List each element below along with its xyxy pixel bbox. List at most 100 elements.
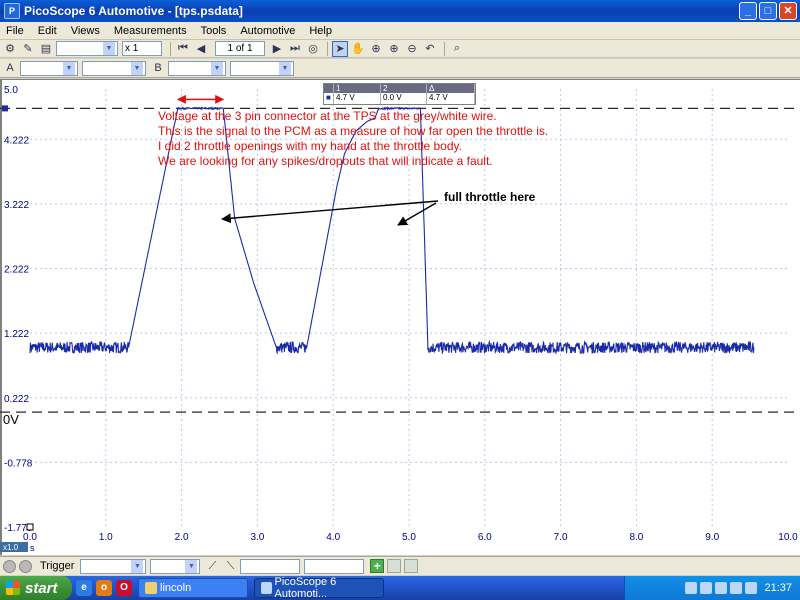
zoom-select[interactable]: x 1 <box>122 41 162 56</box>
zoom-in-icon[interactable]: ⊕ <box>386 41 402 57</box>
bottom-toolbar: Trigger ▼ ▼ ⟋ ⟍ + <box>0 556 800 575</box>
page-counter[interactable]: 1 of 1 <box>215 41 265 56</box>
tray-volume-icon[interactable] <box>715 582 728 594</box>
picoscope-app-icon: P <box>4 3 20 19</box>
tray-security-icon[interactable] <box>730 582 743 594</box>
x-axis-unit: s <box>30 543 35 553</box>
x-tick-label: 7.0 <box>554 532 568 543</box>
first-page-icon[interactable]: ⏮ <box>175 41 191 57</box>
annotation-line-3: I did 2 throttle openings with my hand a… <box>158 139 462 153</box>
full-throttle-callout: full throttle here <box>444 190 536 204</box>
channel-a-coupling-select[interactable]: ▼ <box>82 60 146 76</box>
system-tray: 21:37 <box>624 576 800 600</box>
y-tick-label: 0.222 <box>4 394 29 405</box>
rising-edge-icon[interactable]: ⟋ <box>204 558 220 574</box>
tray-network-icon[interactable] <box>700 582 713 594</box>
next-page-icon[interactable]: ▶ <box>269 41 285 57</box>
channel-a-icon[interactable]: A <box>2 60 18 76</box>
main-toolbar: ⚙ ✎ ▤ ▼ x 1 ⏮ ◀ 1 of 1 ▶ ⏭ ◎ ➤ ✋ ⊕ ⊕ ⊖ ↶… <box>0 40 800 58</box>
channel-icon[interactable]: ⚙ <box>2 41 18 57</box>
x-tick-label: 3.0 <box>250 532 264 543</box>
y-tick-label: -0.778 <box>4 458 33 469</box>
y-tick-label: 2.222 <box>4 265 29 276</box>
chevron-down-icon: ▼ <box>185 559 198 573</box>
menu-measurements[interactable]: Measurements <box>114 25 187 37</box>
scope-mode-icon[interactable]: ▤ <box>38 41 54 57</box>
prev-page-icon[interactable]: ◀ <box>193 41 209 57</box>
close-button[interactable]: ✕ <box>779 2 797 20</box>
maximize-button[interactable]: □ <box>759 2 777 20</box>
trigger-mode-select[interactable]: ▼ <box>80 558 147 574</box>
firefox-icon[interactable]: o <box>96 580 112 596</box>
channel-color-marker: ■ <box>324 93 334 104</box>
channel-b-range-select[interactable]: ▼ <box>168 60 226 76</box>
menu-tools[interactable]: Tools <box>201 25 227 37</box>
window-controls: _ □ ✕ <box>739 2 797 20</box>
chevron-down-icon: ▼ <box>131 559 144 573</box>
header-cursor-1: 1 <box>334 84 381 93</box>
falling-edge-icon[interactable]: ⟍ <box>222 558 238 574</box>
y-tick-label: 3.222 <box>4 200 29 211</box>
chevron-down-icon: ▼ <box>131 61 143 75</box>
x-tick-label: 9.0 <box>705 532 719 543</box>
tray-app-icon[interactable] <box>685 582 698 594</box>
channel-b-coupling-select[interactable]: ▼ <box>230 60 294 76</box>
timebase-select[interactable]: ▼ <box>56 41 118 56</box>
pointer-tool-icon[interactable]: ➤ <box>332 40 348 57</box>
start-button[interactable]: start <box>0 576 72 600</box>
header-cursor-2: 2 <box>381 84 427 93</box>
menu-edit[interactable]: Edit <box>38 25 57 37</box>
x-tick-label: 6.0 <box>478 532 492 543</box>
annotation-note: Voltage at the 3 pin connector at the TP… <box>158 109 548 169</box>
probe-icon[interactable]: ✎ <box>20 41 36 57</box>
hand-tool-icon[interactable]: ✋ <box>350 41 366 57</box>
task-lincoln[interactable]: lincoln <box>138 578 248 598</box>
zoom-out-icon[interactable]: ⊖ <box>404 41 420 57</box>
zero-volt-label: 0V <box>3 412 19 427</box>
row-marker <box>324 84 334 93</box>
measurements-table[interactable]: 1 2 Δ ■ 4.7 V 0.0 V 4.7 V <box>323 83 476 105</box>
delta-value: 4.7 V <box>427 93 475 104</box>
last-page-icon[interactable]: ⏭ <box>287 41 303 57</box>
measurements-row: ■ 4.7 V 0.0 V 4.7 V <box>324 93 475 104</box>
chevron-down-icon: ▼ <box>279 61 291 75</box>
windows-taskbar: start e o O lincoln PicoScope 6 Automoti… <box>0 576 800 600</box>
separator <box>444 41 445 56</box>
zoom-full-icon[interactable]: ⌕ <box>449 41 465 57</box>
stop-capture-icon[interactable] <box>19 559 32 573</box>
channel-b-icon[interactable]: B <box>150 60 166 76</box>
delete-measurement-icon[interactable] <box>404 559 419 573</box>
trigger-level-input[interactable] <box>240 558 301 574</box>
menu-automotive[interactable]: Automotive <box>240 25 295 37</box>
x-tick-label: 5.0 <box>402 532 416 543</box>
task-picoscope[interactable]: PicoScope 6 Automoti... <box>254 576 384 600</box>
add-measurement-icon[interactable]: + <box>370 559 385 573</box>
x-tick-label: 8.0 <box>629 532 643 543</box>
menu-help[interactable]: Help <box>309 25 332 37</box>
trigger-source-select[interactable]: ▼ <box>150 558 201 574</box>
title-bar: P PicoScope 6 Automotive - [tps.psdata] … <box>0 0 800 22</box>
opera-icon[interactable]: O <box>116 580 132 596</box>
undo-zoom-icon[interactable]: ↶ <box>422 41 438 57</box>
x-tick-label: 1.0 <box>99 532 113 543</box>
menu-bar: File Edit Views Measurements Tools Autom… <box>0 22 800 40</box>
minimize-button[interactable]: _ <box>739 2 757 20</box>
tray-update-icon[interactable] <box>745 582 758 594</box>
pre-trigger-input[interactable] <box>304 558 365 574</box>
zoom-value: x 1 <box>125 43 139 54</box>
ie-icon[interactable]: e <box>76 580 92 596</box>
menu-views[interactable]: Views <box>71 25 100 37</box>
zoom-area-icon[interactable]: ⊕ <box>368 41 384 57</box>
menu-file[interactable]: File <box>6 25 24 37</box>
callout-pointer-2 <box>397 202 437 226</box>
chevron-down-icon: ▼ <box>103 42 115 55</box>
chevron-down-icon: ▼ <box>211 61 223 75</box>
annotation-line-2: This is the signal to the PCM as a measu… <box>158 124 549 138</box>
channel-a-range-select[interactable]: ▼ <box>20 60 78 76</box>
windows-logo-icon <box>6 581 20 595</box>
y-tick-label: 5.0 <box>4 85 18 96</box>
compass-icon[interactable]: ◎ <box>305 41 321 57</box>
edit-measurement-icon[interactable] <box>387 559 402 573</box>
start-capture-icon[interactable] <box>3 559 16 573</box>
channel-toolbar: A ▼ ▼ B ▼ ▼ <box>0 59 800 78</box>
